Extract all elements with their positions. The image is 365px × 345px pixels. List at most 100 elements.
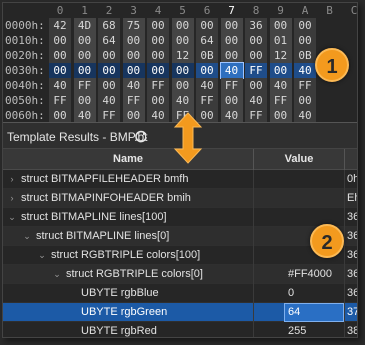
hex-byte[interactable]: FF — [220, 78, 243, 93]
hex-byte[interactable]: 00 — [196, 18, 218, 33]
hex-byte[interactable]: 00 — [245, 78, 267, 93]
hex-byte[interactable]: 0B — [294, 48, 316, 63]
hex-byte[interactable]: 00 — [171, 33, 194, 48]
chevron-down-icon[interactable]: ⌄ — [7, 208, 17, 227]
hex-byte[interactable]: FF — [196, 93, 218, 108]
hex-byte[interactable]: 00 — [171, 78, 194, 93]
hex-byte[interactable]: 40 — [49, 78, 71, 93]
template-row[interactable]: ⌄ struct RGBTRIPLE colors[100] 36h — [3, 246, 357, 265]
hex-byte[interactable]: 00 — [220, 18, 243, 33]
hex-byte[interactable]: 00 — [122, 63, 145, 78]
hex-column-label: A — [301, 4, 309, 17]
hex-byte[interactable]: 40 — [73, 108, 96, 122]
hex-byte[interactable]: FF — [98, 108, 120, 122]
hex-byte[interactable]: 40 — [98, 93, 120, 108]
hex-byte[interactable]: 00 — [171, 18, 194, 33]
template-row[interactable]: ⌄ struct RGBTRIPLE colors[0] #FF4000 36h — [3, 265, 357, 284]
hex-byte[interactable]: 00 — [220, 33, 243, 48]
refresh-icon[interactable] — [134, 129, 148, 143]
hex-editor[interactable]: 0123456789ABC 0000h: 42 4D 68 75 00 00 00 00 36 00… — [3, 3, 357, 122]
hex-byte[interactable]: 00 — [49, 33, 71, 48]
hex-byte[interactable]: 64 — [196, 33, 218, 48]
template-row[interactable]: › struct BITMAPFILEHEADER bmfh 0h — [3, 170, 357, 189]
hex-byte[interactable]: FF — [73, 78, 96, 93]
hex-byte[interactable]: FF — [269, 93, 292, 108]
hex-byte[interactable]: 12 — [171, 48, 194, 63]
hex-byte[interactable]: 00 — [269, 63, 292, 78]
hex-byte[interactable]: 00 — [269, 18, 292, 33]
hex-byte[interactable]: 00 — [245, 33, 267, 48]
hex-byte[interactable]: 00 — [245, 48, 267, 63]
hex-byte[interactable]: 40 — [122, 78, 145, 93]
hex-byte[interactable]: 00 — [49, 48, 71, 63]
chevron-down-icon[interactable]: ⌄ — [22, 227, 32, 246]
hex-byte[interactable]: 40 — [294, 63, 316, 78]
template-row[interactable]: ⌄ struct BITMAPLINE lines[100] 36h — [3, 208, 357, 227]
template-row[interactable]: UBYTE rgbRed 255 38h — [3, 322, 357, 337]
chevron-right-icon[interactable]: › — [7, 170, 17, 189]
hex-byte[interactable]: 00 — [73, 63, 96, 78]
hex-byte[interactable]: 40 — [196, 78, 218, 93]
hex-byte[interactable]: 00 — [220, 48, 243, 63]
hex-byte[interactable]: 00 — [73, 93, 96, 108]
hex-byte[interactable]: 00 — [49, 108, 71, 122]
hex-byte[interactable]: 12 — [269, 48, 292, 63]
hex-byte[interactable]: 00 — [73, 33, 96, 48]
hex-byte[interactable]: 00 — [147, 33, 169, 48]
column-header-name[interactable]: Name — [3, 149, 253, 170]
hex-byte[interactable]: 40 — [220, 108, 243, 122]
chevron-down-icon[interactable]: ⌄ — [52, 265, 62, 284]
hex-byte[interactable]: 40 — [294, 108, 316, 122]
template-row-value: 255 — [288, 325, 307, 337]
hex-byte[interactable]: 00 — [294, 93, 316, 108]
hex-byte[interactable]: 40 — [245, 93, 267, 108]
hex-byte[interactable]: 64 — [98, 33, 120, 48]
chevron-right-icon[interactable]: › — [7, 189, 17, 208]
template-row-value-cell[interactable] — [284, 170, 344, 189]
hex-byte[interactable]: 0B — [196, 48, 218, 63]
hex-byte[interactable]: 00 — [147, 93, 169, 108]
hex-byte[interactable]: FF — [147, 78, 169, 93]
hex-byte[interactable]: 36 — [245, 18, 267, 33]
template-row[interactable]: UBYTE rgbBlue 0 36h — [3, 284, 357, 303]
hex-byte[interactable]: 00 — [294, 33, 316, 48]
template-row-value: 64 — [288, 306, 301, 318]
template-row[interactable]: UBYTE rgbGreen 64 37h — [3, 303, 357, 322]
hex-byte[interactable]: 00 — [49, 63, 71, 78]
hex-byte[interactable]: 40 — [219, 62, 244, 79]
hex-byte[interactable]: FF — [49, 93, 71, 108]
hex-byte[interactable]: 00 — [171, 63, 194, 78]
hex-byte[interactable]: 00 — [147, 18, 169, 33]
hex-byte[interactable]: 00 — [220, 93, 243, 108]
hex-byte[interactable]: 40 — [147, 108, 169, 122]
hex-byte[interactable]: 42 — [49, 18, 71, 33]
hex-byte[interactable]: 00 — [73, 48, 96, 63]
hex-byte[interactable]: 75 — [122, 18, 145, 33]
hex-byte[interactable]: 00 — [196, 63, 218, 78]
hex-byte[interactable]: 00 — [122, 33, 145, 48]
chevron-down-icon[interactable]: ⌄ — [37, 246, 47, 265]
hex-byte[interactable]: FF — [122, 93, 145, 108]
hex-byte[interactable]: 40 — [171, 93, 194, 108]
hex-byte[interactable]: 40 — [269, 78, 292, 93]
hex-byte[interactable]: 4D — [73, 18, 96, 33]
hex-byte[interactable]: 00 — [269, 108, 292, 122]
hex-byte[interactable]: FF — [245, 63, 267, 78]
hex-byte[interactable]: 00 — [122, 48, 145, 63]
hex-byte[interactable]: 01 — [269, 33, 292, 48]
hex-byte[interactable]: FF — [294, 78, 316, 93]
hex-byte[interactable]: 00 — [98, 78, 120, 93]
hex-byte[interactable]: FF — [245, 108, 267, 122]
template-row[interactable]: › struct BITMAPINFOHEADER bmih Eh — [3, 189, 357, 208]
hex-byte[interactable]: 00 — [98, 48, 120, 63]
hex-byte[interactable]: 00 — [98, 63, 120, 78]
template-row-value-cell[interactable] — [284, 189, 344, 208]
template-row[interactable]: ⌄ struct BITMAPLINE lines[0] 36h — [3, 227, 357, 246]
column-header-value[interactable]: Value — [254, 149, 344, 170]
template-row-value-cell[interactable] — [284, 208, 344, 227]
hex-byte[interactable]: 68 — [98, 18, 120, 33]
hex-byte[interactable]: 00 — [147, 48, 169, 63]
hex-byte[interactable]: 00 — [147, 63, 169, 78]
hex-byte[interactable]: 00 — [122, 108, 145, 122]
hex-byte[interactable]: 00 — [294, 18, 316, 33]
